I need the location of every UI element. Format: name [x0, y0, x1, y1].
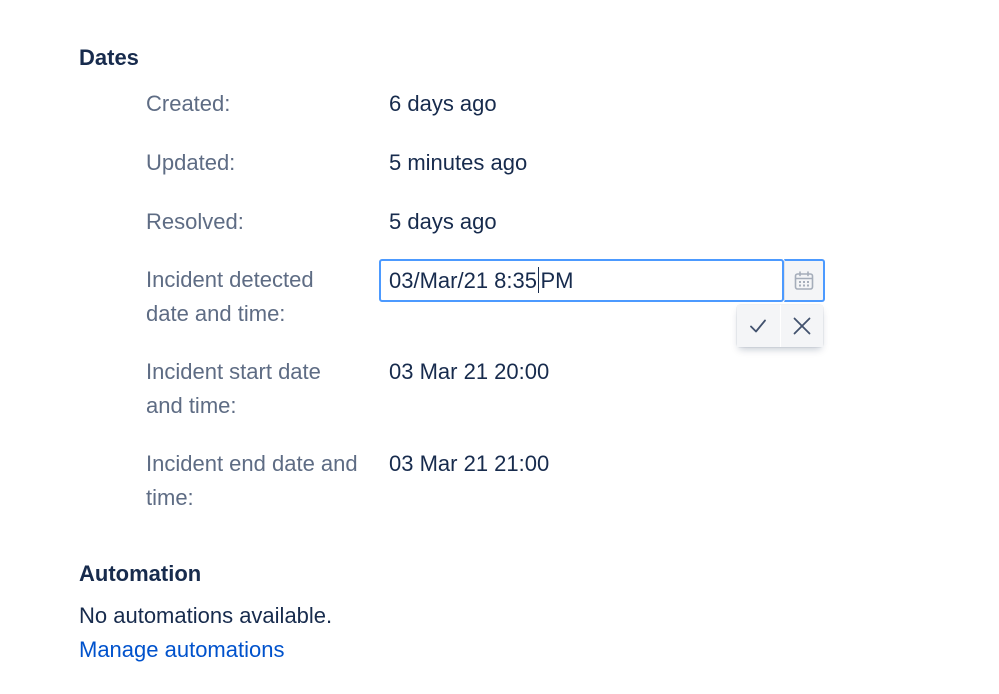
- incident-end-value: 03 Mar 21 21:00: [389, 451, 550, 476]
- manage-automations-link[interactable]: Manage automations: [79, 635, 284, 665]
- incident-end-label: Incident end date and time:: [146, 451, 358, 510]
- automation-heading: Automation: [79, 561, 202, 586]
- calendar-button[interactable]: [784, 259, 825, 302]
- confirm-button[interactable]: [737, 305, 780, 347]
- incident-detected-editor: 03/Mar/21 8:35 PM: [379, 259, 825, 302]
- updated-value: 5 minutes ago: [389, 150, 528, 175]
- cancel-button[interactable]: [779, 305, 823, 347]
- incident-start-value: 03 Mar 21 20:00: [389, 359, 550, 384]
- created-value: 6 days ago: [389, 91, 497, 116]
- check-icon: [750, 319, 767, 333]
- incident-detected-input[interactable]: 03/Mar/21 8:35 PM: [379, 259, 784, 302]
- resolved-value: 5 days ago: [389, 209, 497, 234]
- dates-heading: Dates: [79, 45, 139, 70]
- close-icon: [793, 317, 811, 335]
- updated-label: Updated:: [146, 150, 236, 175]
- calendar-icon: [794, 270, 814, 290]
- inline-edit-actions: [737, 305, 823, 347]
- created-label: Created:: [146, 91, 231, 116]
- incident-detected-label: Incident detected date and time:: [146, 267, 314, 326]
- incident-start-label: Incident start date and time:: [146, 359, 321, 418]
- date-input-text-before-caret: 03/Mar/21 8:35: [389, 268, 537, 293]
- resolved-label: Resolved:: [146, 209, 244, 234]
- date-input-text-after-caret: PM: [540, 268, 574, 293]
- no-automations-text: No automations available.: [79, 603, 333, 628]
